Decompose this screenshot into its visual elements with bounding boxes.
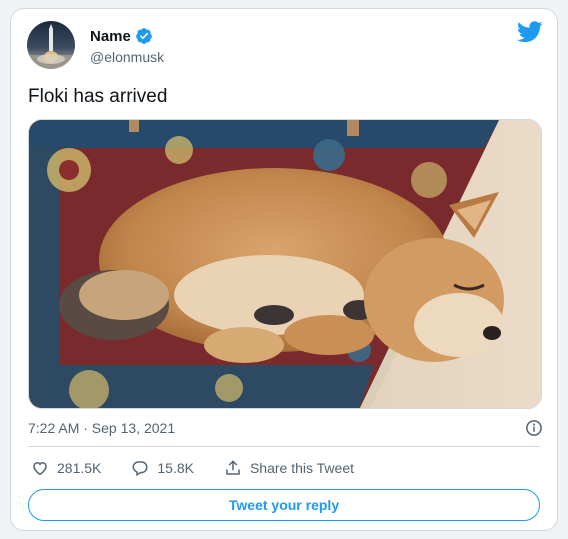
share-button[interactable]: Share this Tweet	[224, 459, 354, 477]
like-button[interactable]: 281.5K	[31, 459, 101, 477]
avatar[interactable]	[27, 21, 75, 69]
heart-icon	[33, 461, 47, 476]
share-label: Share this Tweet	[249, 460, 354, 476]
reply-count: 15.8K	[157, 460, 194, 476]
tweet-card: Name @elonmusk Floki has arrived 7:22 AM…	[10, 8, 558, 531]
info-icon[interactable]	[525, 419, 543, 437]
display-name[interactable]: Name	[90, 28, 131, 45]
user-handle[interactable]: @elonmusk	[90, 49, 164, 65]
name-row: Name	[90, 27, 153, 45]
divider	[28, 446, 540, 447]
reply-bubble-icon	[132, 461, 148, 477]
like-count: 281.5K	[57, 460, 102, 476]
reply-button[interactable]: 15.8K	[131, 459, 194, 477]
tweet-timestamp[interactable]: 7:22 AM · Sep 13, 2021	[28, 420, 175, 436]
avatar-rocket-image	[27, 24, 75, 69]
tweet-actions: 281.5K 15.8K Share this Tweet	[31, 459, 384, 477]
dog-photo	[29, 120, 541, 408]
tweet-your-reply-button[interactable]: Tweet your reply	[28, 489, 540, 521]
share-icon	[226, 460, 240, 475]
tweet-text: Floki has arrived	[28, 86, 168, 107]
verified-badge-icon	[135, 28, 152, 44]
twitter-bird-icon[interactable]	[517, 21, 543, 43]
tweet-image[interactable]	[28, 119, 542, 409]
